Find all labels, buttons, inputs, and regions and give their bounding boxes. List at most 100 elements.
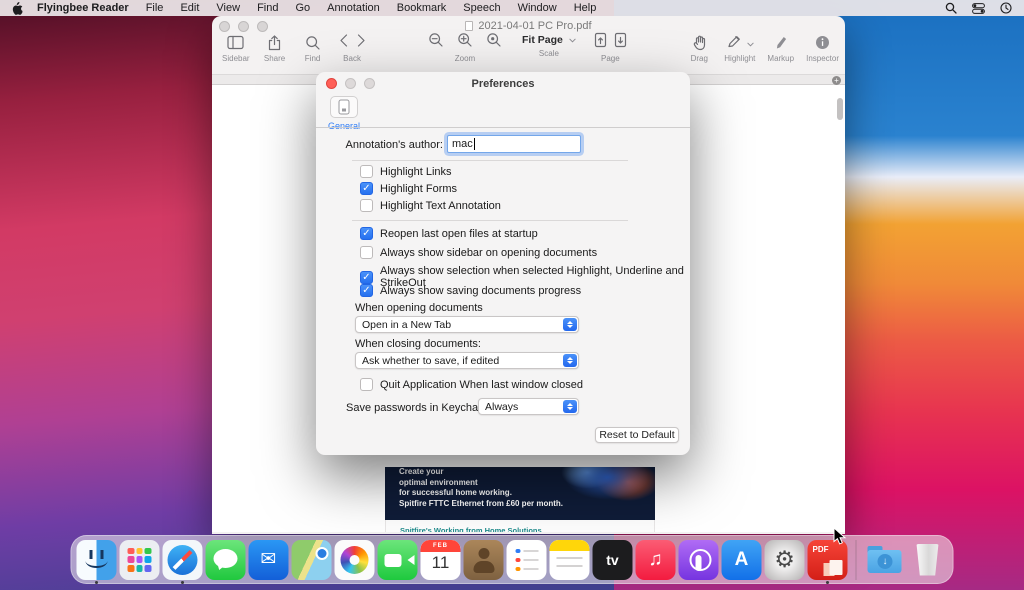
closing-documents-label: When closing documents:	[355, 338, 481, 350]
dock-item-messages[interactable]	[206, 540, 246, 580]
back-button[interactable]	[338, 33, 349, 53]
menu-item-annotation[interactable]: Annotation	[327, 2, 380, 14]
dock-item-music[interactable]: ♫	[636, 540, 676, 580]
stepper-icon	[563, 354, 577, 367]
checkbox-row-saving-progress[interactable]: Always show saving documents progress	[360, 284, 581, 297]
zoom-fit-button[interactable]	[486, 32, 502, 53]
menu-item-window[interactable]: Window	[518, 2, 557, 14]
preferences-window: Preferences General Annotation's author:…	[316, 72, 690, 455]
select-value: Ask whether to save, if edited	[362, 355, 499, 367]
dock-item-reminders[interactable]	[507, 540, 547, 580]
advert-heading: Spitfire's Working from Home Solutions	[386, 520, 654, 532]
menu-item-app[interactable]: Flyingbee Reader	[37, 2, 129, 14]
reset-to-default-button[interactable]: Reset to Default	[595, 427, 679, 443]
clock-icon[interactable]	[1000, 2, 1012, 14]
apple-menu[interactable]	[12, 2, 23, 15]
author-input[interactable]: mac	[447, 135, 581, 153]
add-tab-button[interactable]: +	[832, 76, 841, 85]
launchpad-icon	[120, 540, 160, 580]
dock-item-maps[interactable]	[292, 540, 332, 580]
dock-item-system-preferences[interactable]: ⚙	[765, 540, 805, 580]
dock-item-launchpad[interactable]	[120, 540, 160, 580]
checkbox[interactable]	[360, 378, 373, 391]
menu-bar: Flyingbee Reader File Edit View Find Go …	[0, 0, 1024, 16]
find-icon	[305, 33, 321, 52]
apple-tv-icon: tv	[593, 540, 633, 580]
zoom-in-button[interactable]	[457, 32, 473, 53]
checkbox[interactable]	[360, 227, 373, 240]
checkbox-row-highlight-text-annotation[interactable]: Highlight Text Annotation	[360, 199, 501, 212]
contacts-icon	[464, 540, 504, 580]
keychain-label: Save passwords in Keychain:	[346, 402, 490, 414]
dock-item-downloads[interactable]: ↓	[865, 540, 905, 580]
finder-icon	[77, 540, 117, 580]
checkbox-label: Highlight Text Annotation	[380, 200, 501, 212]
menu-item-edit[interactable]: Edit	[180, 2, 199, 14]
checkbox-label: Always show sidebar on opening documents	[380, 247, 597, 259]
menu-item-help[interactable]: Help	[574, 2, 597, 14]
checkbox[interactable]	[360, 271, 373, 284]
spotlight-icon[interactable]	[945, 2, 957, 14]
inspector-button[interactable]: Inspector	[806, 33, 839, 63]
dock-item-notes[interactable]	[550, 540, 590, 580]
calendar-month: FEB	[421, 540, 461, 552]
menu-item-view[interactable]: View	[216, 2, 240, 14]
dock-item-facetime[interactable]	[378, 540, 418, 580]
checkbox-row-show-sidebar[interactable]: Always show sidebar on opening documents	[360, 246, 597, 259]
checkbox-row-highlight-forms[interactable]: Highlight Forms	[360, 182, 457, 195]
running-indicator	[826, 581, 829, 584]
dock-item-contacts[interactable]	[464, 540, 504, 580]
menu-item-go[interactable]: Go	[295, 2, 310, 14]
drag-button[interactable]: Drag	[686, 33, 712, 63]
highlight-dropdown-button[interactable]	[747, 34, 754, 52]
checkbox[interactable]	[360, 199, 373, 212]
author-label: Annotation's author:	[316, 139, 443, 151]
control-center-icon[interactable]	[972, 3, 985, 14]
dock-item-mail[interactable]: ✉	[249, 540, 289, 580]
dock-item-appstore[interactable]: A	[722, 540, 762, 580]
keychain-select[interactable]: Always	[478, 398, 579, 415]
forward-button[interactable]	[356, 33, 367, 53]
dock-item-safari[interactable]	[163, 540, 203, 580]
divider	[316, 127, 690, 128]
menu-item-file[interactable]: File	[146, 2, 164, 14]
share-button[interactable]: Share	[262, 33, 288, 63]
markup-button[interactable]: Markup	[767, 33, 794, 63]
highlight-button[interactable]	[726, 33, 742, 53]
page-up-button[interactable]	[594, 32, 607, 53]
checkbox[interactable]	[360, 246, 373, 259]
checkbox-row-highlight-links[interactable]: Highlight Links	[360, 165, 452, 178]
scrollbar-thumb[interactable]	[837, 98, 843, 120]
checkbox-row-reopen-files[interactable]: Reopen last open files at startup	[360, 227, 538, 240]
zoom-out-button[interactable]	[428, 32, 444, 53]
dock-item-finder[interactable]	[77, 540, 117, 580]
dock-item-trash[interactable]	[908, 540, 948, 580]
scale-value: Fit Page	[522, 34, 563, 46]
closing-documents-select[interactable]: Ask whether to save, if edited	[355, 352, 579, 369]
checkbox-row-quit-application[interactable]: Quit Application When last window closed	[360, 378, 583, 391]
dock-item-podcasts[interactable]	[679, 540, 719, 580]
dock-item-calendar[interactable]: FEB 11	[421, 540, 461, 580]
dock-item-photos[interactable]	[335, 540, 375, 580]
menu-item-bookmark[interactable]: Bookmark	[397, 2, 447, 14]
advert-headline-1: Create your	[385, 467, 655, 478]
menu-item-speech[interactable]: Speech	[463, 2, 500, 14]
checkbox[interactable]	[360, 182, 373, 195]
sidebar-button[interactable]: Sidebar	[222, 33, 250, 63]
pdf-page-advert: Create your optimal environment for succ…	[385, 467, 655, 532]
music-icon: ♫	[636, 540, 676, 580]
find-button[interactable]: Find	[300, 33, 326, 63]
tab-general[interactable]: General	[326, 96, 362, 131]
safari-icon	[163, 540, 203, 580]
calendar-icon: FEB 11	[421, 540, 461, 580]
checkbox[interactable]	[360, 165, 373, 178]
chevron-down-icon	[747, 42, 754, 47]
opening-documents-select[interactable]: Open in a New Tab	[355, 316, 579, 333]
dock-item-tv[interactable]: tv	[593, 540, 633, 580]
page-down-button[interactable]	[614, 32, 627, 53]
photos-icon	[335, 540, 375, 580]
menu-item-find[interactable]: Find	[257, 2, 278, 14]
scale-select[interactable]: Fit Page	[516, 33, 582, 47]
checkbox[interactable]	[360, 284, 373, 297]
advert-headline-3: for successful home working.	[385, 488, 655, 499]
